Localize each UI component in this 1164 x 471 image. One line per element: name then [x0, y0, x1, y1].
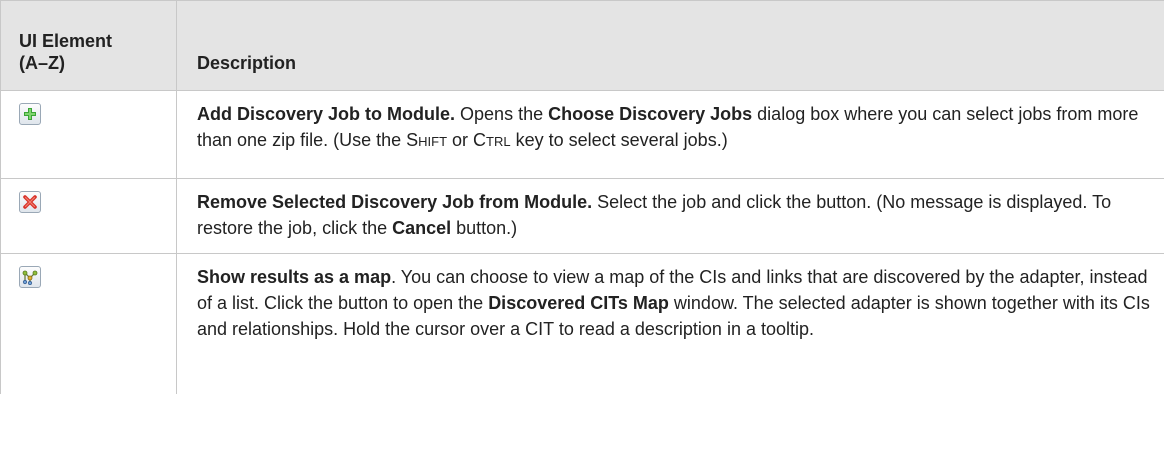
- row-text: key to select several jobs.): [510, 130, 728, 150]
- ui-elements-table: UI Element (A–Z) Description Add Discover…: [0, 0, 1164, 394]
- row-title: Add Discovery Job to Module.: [197, 104, 456, 124]
- ui-element-cell: [0, 253, 177, 394]
- row-bold-term: Choose Discovery Jobs: [548, 104, 753, 124]
- header-ui-element: UI Element (A–Z): [0, 0, 177, 91]
- map-icon: [19, 266, 41, 288]
- row-bold-term: Cancel: [392, 218, 452, 238]
- row-text: button.): [451, 218, 518, 238]
- table-header-row: UI Element (A–Z) Description: [0, 0, 1164, 91]
- ui-element-cell: [0, 90, 177, 179]
- row-text: or: [447, 130, 474, 150]
- header-description: Description: [176, 0, 1164, 91]
- row-bold-term: Discovered CITs Map: [488, 293, 669, 313]
- shift-key: Shift: [406, 130, 448, 150]
- description-cell: Add Discovery Job to Module. Opens the C…: [176, 90, 1164, 179]
- description-cell: Remove Selected Discovery Job from Modul…: [176, 178, 1164, 254]
- add-icon: [19, 103, 41, 125]
- row-title: Remove Selected Discovery Job from Modul…: [197, 192, 593, 212]
- description-cell: Show results as a map. You can choose to…: [176, 253, 1164, 394]
- header-ui-element-line2: (A–Z): [19, 53, 65, 73]
- ui-element-cell: [0, 178, 177, 254]
- ctrl-key: Ctrl: [473, 130, 511, 150]
- table-row: Show results as a map. You can choose to…: [0, 253, 1164, 394]
- remove-icon: [19, 191, 41, 213]
- row-title: Show results as a map: [197, 267, 392, 287]
- row-text: Opens the: [455, 104, 549, 124]
- table-row: Remove Selected Discovery Job from Modul…: [0, 178, 1164, 254]
- table-row: Add Discovery Job to Module. Opens the C…: [0, 90, 1164, 179]
- header-ui-element-line1: UI Element: [19, 31, 113, 51]
